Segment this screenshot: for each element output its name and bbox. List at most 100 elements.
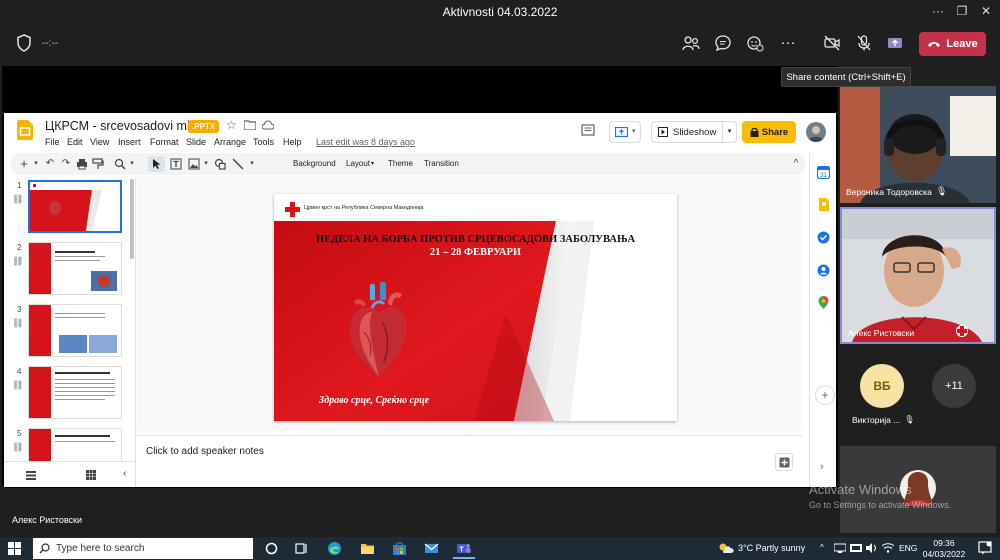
participants-icon[interactable]: [682, 34, 702, 54]
collapse-toolbar-icon[interactable]: ^: [790, 158, 802, 170]
windows-start-icon[interactable]: [8, 542, 21, 555]
weather-text[interactable]: 3°C Partly sunny: [738, 543, 805, 553]
slideshow-dropdown-icon[interactable]: ▾: [722, 122, 736, 142]
slide-thumbnail[interactable]: [28, 242, 122, 295]
line-icon[interactable]: [232, 158, 244, 170]
edge-icon[interactable]: [327, 541, 342, 556]
input-language[interactable]: ENG: [899, 543, 917, 553]
insert-image-dropdown-icon[interactable]: ▾: [200, 158, 212, 170]
menu-format[interactable]: Format: [150, 137, 179, 147]
theme-button[interactable]: Theme: [388, 159, 413, 168]
leave-button[interactable]: Leave: [919, 32, 986, 56]
current-slide[interactable]: Црвен крст на Република Северна Македони…: [274, 194, 677, 421]
participant-avatar[interactable]: ВБ: [860, 364, 904, 408]
store-icon[interactable]: [392, 541, 407, 556]
layout-button[interactable]: Layout: [346, 159, 370, 168]
cloud-status-icon[interactable]: [262, 120, 274, 130]
print-icon[interactable]: [76, 158, 88, 170]
comments-icon[interactable]: [581, 124, 595, 136]
calendar-icon[interactable]: 31: [817, 166, 830, 179]
shape-icon[interactable]: [214, 158, 226, 170]
file-explorer-icon[interactable]: [360, 541, 375, 556]
line-dropdown-icon[interactable]: ▾: [246, 158, 258, 170]
weather-icon[interactable]: [718, 542, 734, 554]
new-slide-layout-dropdown-icon[interactable]: ▾: [30, 158, 42, 170]
slide-thumbnail[interactable]: [28, 304, 122, 357]
share-content-icon[interactable]: [886, 34, 906, 54]
grid-view-icon[interactable]: [86, 470, 96, 480]
contacts-icon[interactable]: [817, 264, 830, 277]
present-to-meeting-button[interactable]: ▾: [609, 121, 641, 143]
keep-icon[interactable]: [817, 198, 830, 211]
select-tool-button[interactable]: [148, 156, 165, 172]
move-folder-icon[interactable]: [244, 120, 256, 130]
get-addons-icon[interactable]: +: [815, 385, 835, 405]
list-view-icon[interactable]: [26, 471, 36, 480]
menu-edit[interactable]: Edit: [67, 137, 83, 147]
insert-image-icon[interactable]: [188, 158, 200, 170]
document-title[interactable]: ЦКРСМ - srcevosadovi mk: [45, 119, 193, 133]
participant-video-active-speaker[interactable]: Алекс Ристовски: [840, 207, 996, 344]
background-button[interactable]: Background: [293, 159, 336, 168]
svg-text:T: T: [459, 547, 464, 554]
slides-logo-icon[interactable]: [17, 120, 33, 140]
star-icon[interactable]: ☆: [226, 118, 237, 132]
zoom-icon[interactable]: [114, 158, 126, 170]
menu-help[interactable]: Help: [283, 137, 302, 147]
camera-off-icon[interactable]: [823, 34, 843, 54]
account-avatar[interactable]: [806, 122, 826, 142]
restore-window-icon[interactable]: ❐: [954, 4, 970, 20]
chat-icon[interactable]: [714, 34, 734, 54]
search-icon: [39, 543, 50, 554]
mic-off-icon[interactable]: [855, 34, 875, 54]
slide-thumbnail[interactable]: [28, 428, 122, 461]
zoom-dropdown-icon[interactable]: ▾: [126, 158, 138, 170]
more-options-icon[interactable]: ···: [930, 4, 946, 20]
explore-button[interactable]: [775, 453, 793, 471]
mail-icon[interactable]: [424, 541, 439, 556]
teams-icon[interactable]: T: [456, 541, 471, 556]
show-hidden-icons-icon[interactable]: ^: [820, 543, 824, 552]
slide-thumbnail[interactable]: [28, 180, 122, 233]
menu-insert[interactable]: Insert: [118, 137, 141, 147]
participant-video[interactable]: Вероника Тодоровска 🎙: [840, 86, 996, 203]
clock[interactable]: 09:36 04/03/2022: [922, 538, 966, 559]
speaker-notes[interactable]: Click to add speaker notes: [137, 435, 803, 487]
menu-slide[interactable]: Slide: [186, 137, 206, 147]
layout-dropdown-icon[interactable]: ▾: [371, 160, 374, 167]
slideshow-button[interactable]: Slideshow ▾: [651, 121, 737, 143]
last-edit-link[interactable]: Last edit was 8 days ago: [316, 137, 415, 147]
reactions-icon[interactable]: [746, 34, 766, 54]
transition-button[interactable]: Transition: [424, 159, 459, 168]
taskbar-search-box[interactable]: Type here to search: [33, 538, 253, 559]
tasks-icon[interactable]: [817, 231, 830, 244]
slide-thumbnail[interactable]: [28, 366, 122, 419]
network-icon[interactable]: [834, 543, 846, 553]
task-view-icon[interactable]: [294, 541, 309, 556]
undo-icon[interactable]: ↶: [44, 158, 56, 170]
share-button[interactable]: Share: [742, 121, 796, 143]
more-participants-button[interactable]: +11: [932, 364, 976, 408]
paint-format-icon[interactable]: [92, 158, 104, 170]
volume-icon[interactable]: [866, 543, 878, 553]
wifi-icon[interactable]: [882, 543, 894, 553]
maps-icon[interactable]: [817, 296, 830, 309]
collapse-filmstrip-icon[interactable]: ‹: [123, 468, 126, 479]
close-window-icon[interactable]: ✕: [978, 4, 994, 20]
text-box-icon[interactable]: [170, 158, 182, 170]
more-actions-icon[interactable]: ···: [778, 34, 798, 54]
watermark-line: Activate Windows: [809, 482, 912, 497]
cortana-icon[interactable]: [264, 541, 279, 556]
new-slide-icon[interactable]: +: [18, 157, 30, 170]
meet-now-icon[interactable]: [850, 543, 862, 553]
organization-name: Црвен крст на Република Северна Македони…: [304, 205, 424, 211]
redo-icon[interactable]: ↷: [60, 158, 72, 170]
menu-view[interactable]: View: [90, 137, 109, 147]
windows-taskbar: Type here to search T 3°C Partly sunny ^…: [0, 537, 1000, 560]
menu-arrange[interactable]: Arrange: [214, 137, 246, 147]
menu-file[interactable]: File: [45, 137, 60, 147]
notifications-icon[interactable]: [978, 541, 992, 555]
expand-side-panel-icon[interactable]: ›: [820, 461, 824, 473]
filmstrip-scrollbar[interactable]: [130, 179, 134, 259]
menu-tools[interactable]: Tools: [253, 137, 274, 147]
